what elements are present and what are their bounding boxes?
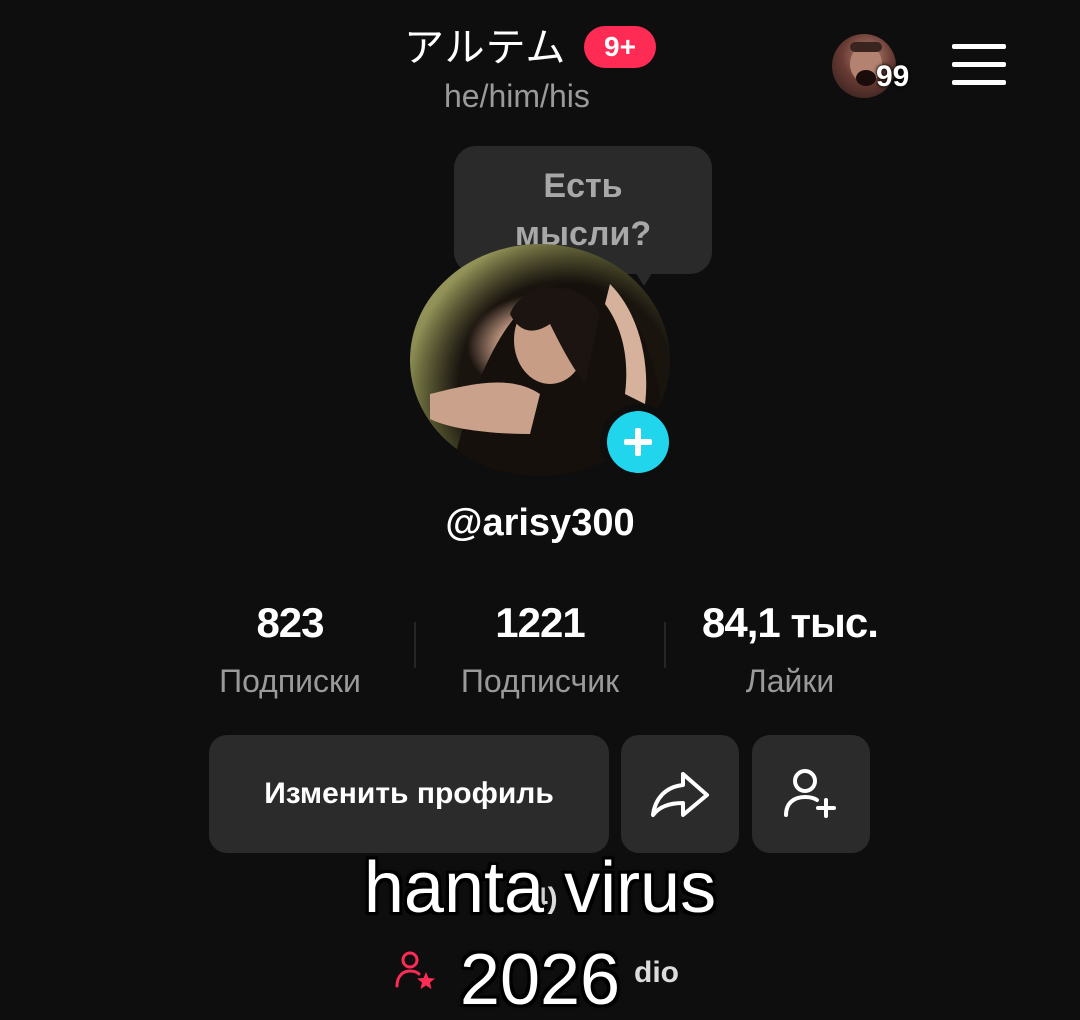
- add-photo-inner: [607, 411, 669, 473]
- profile-display-name: アルテム: [404, 25, 567, 71]
- stat-following-value: 823: [256, 599, 324, 646]
- caption-line-1: hanta virus: [363, 848, 717, 928]
- story-count: 99: [876, 60, 910, 93]
- stat-following-label: Подписки: [219, 663, 361, 699]
- notification-badge[interactable]: 9+: [584, 26, 656, 68]
- username: @arisy300: [445, 502, 635, 544]
- add-user-icon: [784, 769, 836, 818]
- edit-profile-button[interactable]: Изменить профиль: [209, 735, 609, 853]
- share-arrow-icon: [651, 772, 709, 817]
- add-friend-button[interactable]: [752, 735, 870, 853]
- add-photo-button[interactable]: [600, 404, 676, 480]
- stat-likes-label: Лайки: [745, 663, 835, 699]
- caption-line-2: 2026: [459, 940, 621, 1020]
- note-bubble-line-1: Есть: [543, 167, 623, 205]
- stat-likes-value: 84,1 тыс.: [702, 599, 879, 646]
- stat-likes[interactable]: 84,1 тыс. Лайки: [665, 598, 915, 700]
- stat-followers-value: 1221: [495, 599, 585, 646]
- stat-followers[interactable]: 1221 Подписчик: [415, 598, 665, 700]
- stat-following[interactable]: 823 Подписки: [165, 598, 415, 700]
- hamburger-menu-icon[interactable]: [952, 44, 1006, 86]
- edit-profile-label: Изменить профиль: [264, 777, 554, 810]
- share-profile-button[interactable]: [621, 735, 739, 853]
- stat-followers-label: Подписчик: [460, 663, 620, 699]
- pronouns: he/him/his: [444, 78, 590, 114]
- plus-icon: [624, 428, 652, 456]
